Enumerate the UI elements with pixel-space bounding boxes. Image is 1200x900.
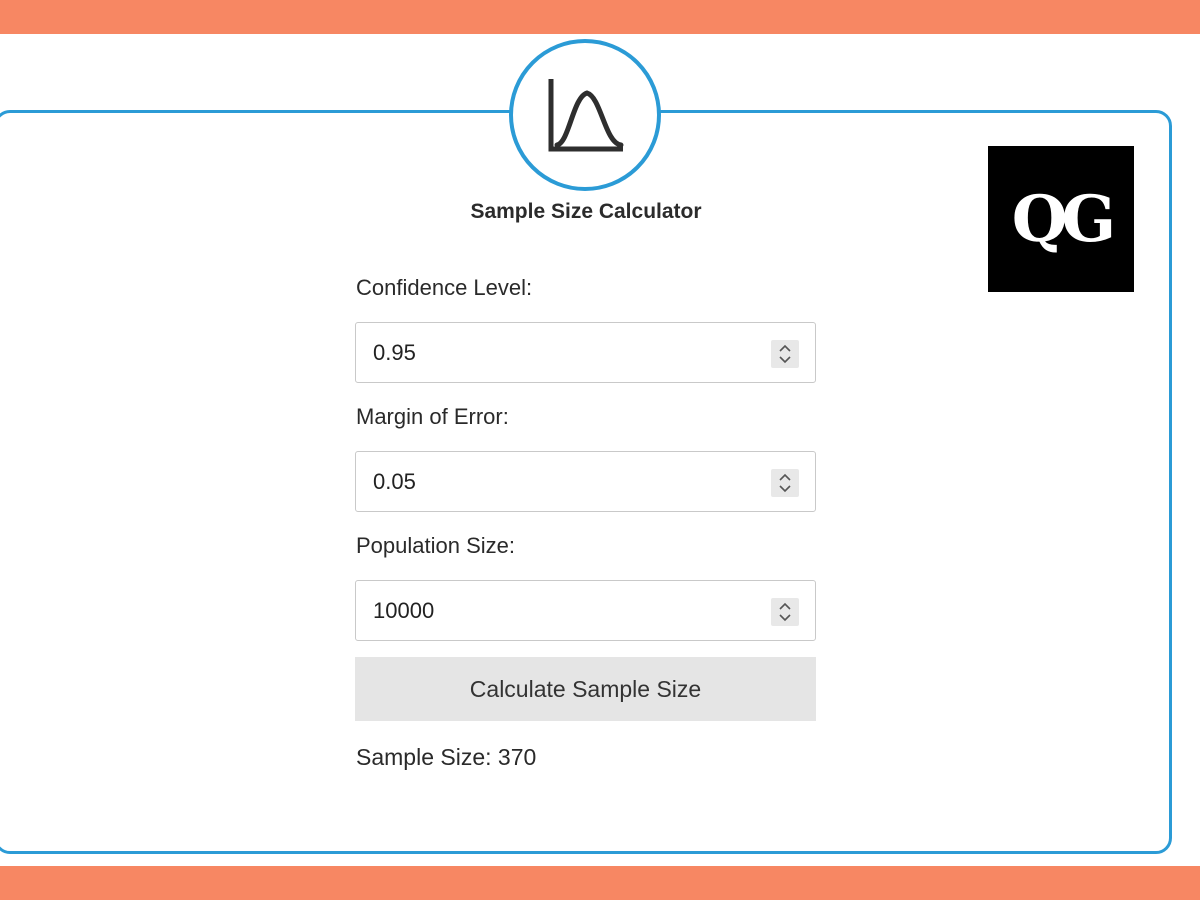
page-title: Sample Size Calculator — [470, 200, 702, 223]
confidence-level-label: Confidence Level: — [356, 275, 533, 300]
population-size-input[interactable]: 10000 — [355, 580, 816, 641]
population-size-label: Population Size: — [356, 533, 515, 558]
confidence-level-value: 0.95 — [373, 340, 416, 365]
spinner-arrows-icon — [779, 602, 791, 622]
calculate-sample-size-button[interactable]: Calculate Sample Size — [355, 657, 816, 721]
spinner-arrows-icon — [779, 344, 791, 364]
confidence-level-spinner[interactable] — [771, 340, 799, 368]
badge-circle — [509, 39, 661, 191]
bottom-accent-band — [0, 866, 1200, 900]
population-size-value: 10000 — [373, 598, 435, 623]
margin-of-error-value: 0.05 — [373, 469, 416, 494]
spinner-arrows-icon — [779, 473, 791, 493]
qg-logo: QG — [988, 146, 1134, 292]
population-size-spinner[interactable] — [771, 598, 799, 626]
margin-of-error-input[interactable]: 0.05 — [355, 451, 816, 512]
sample-size-result: Sample Size: 370 — [356, 744, 537, 770]
bell-curve-icon — [548, 79, 624, 152]
confidence-level-input[interactable]: 0.95 — [355, 322, 816, 383]
margin-of-error-spinner[interactable] — [771, 469, 799, 497]
margin-of-error-label: Margin of Error: — [356, 404, 509, 429]
top-accent-band — [0, 0, 1200, 34]
